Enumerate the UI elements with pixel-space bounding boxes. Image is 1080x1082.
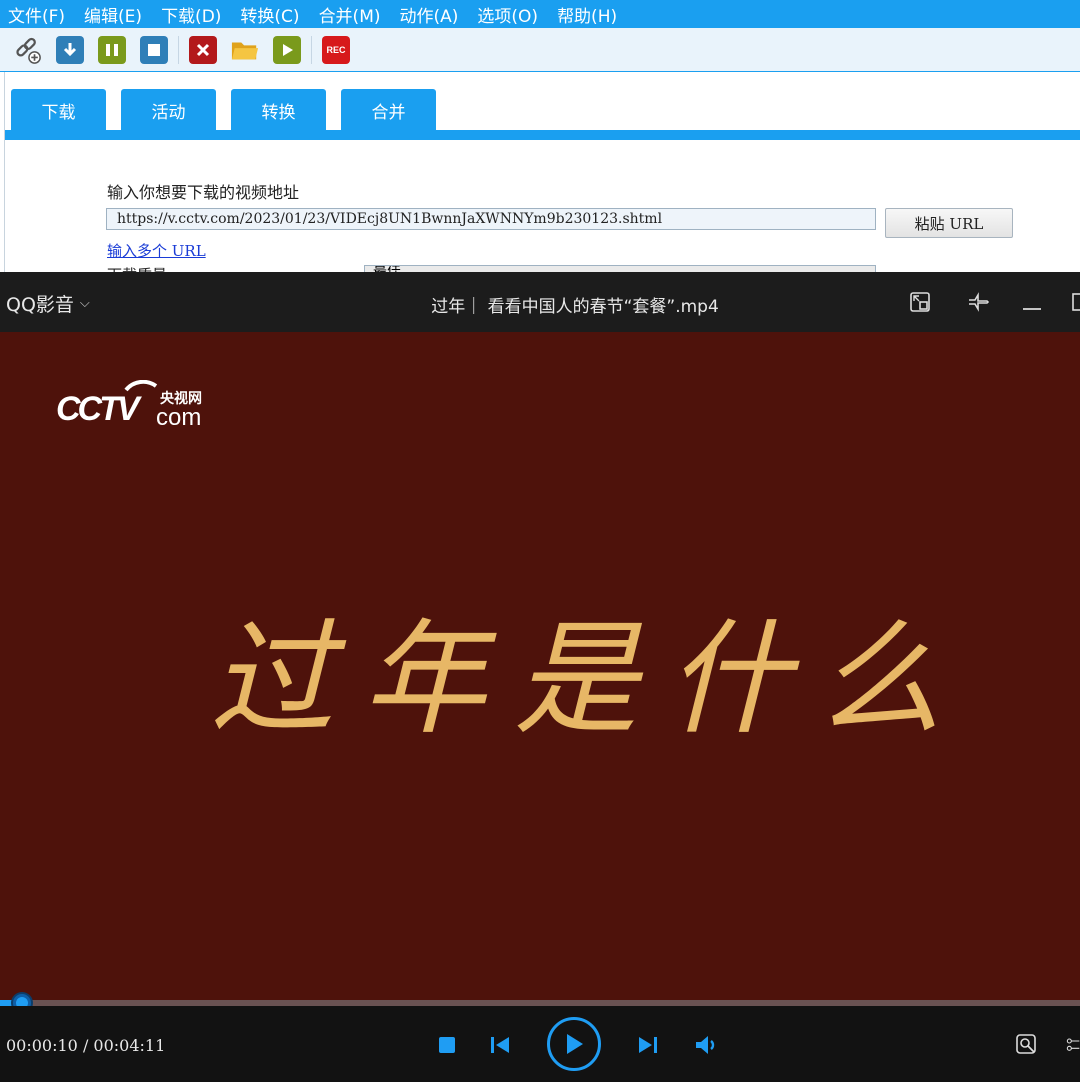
play-icon[interactable] — [273, 35, 301, 64]
maximize-icon[interactable] — [1068, 290, 1080, 314]
url-input[interactable]: https://v.cctv.com/2023/01/23/VIDEcj8UN1… — [106, 208, 876, 230]
record-label: REC — [326, 44, 346, 55]
menu-download[interactable]: 下载(D) — [159, 2, 223, 27]
video-player-window: QQ影音 ⌵ 过年｜ 看看中国人的春节“套餐”.mp4 CCTV 央视网 com… — [0, 272, 1080, 1082]
toolbar-separator — [178, 35, 179, 64]
volume-icon[interactable] — [693, 1033, 719, 1057]
download-panel: 下载 活动 转换 合并 输入你想要下载的视频地址 https://v.cctv.… — [4, 72, 1080, 284]
player-title-bar: QQ影音 ⌵ 过年｜ 看看中国人的春节“套餐”.mp4 — [0, 272, 1080, 332]
menu-bar: 文件(F) 编辑(E) 下载(D) 转换(C) 合并(M) 动作(A) 选项(O… — [0, 0, 1080, 28]
video-caption: 过年是什么 — [210, 608, 940, 752]
tab-download[interactable]: 下载 — [11, 89, 106, 131]
paste-url-button[interactable]: 粘贴 URL — [885, 208, 1013, 238]
menu-action[interactable]: 动作(A) — [398, 2, 461, 27]
video-caption-text: 过年是什么 — [210, 608, 940, 752]
delete-icon[interactable] — [189, 35, 217, 64]
time-display: 00:00:10 / 00:04:11 — [6, 1036, 166, 1055]
tab-convert[interactable]: 转换 — [231, 89, 326, 131]
url-prompt-label: 输入你想要下载的视频地址 — [107, 183, 300, 202]
player-controls: 00:00:10 / 00:04:11 — [0, 1006, 1080, 1082]
stop-icon[interactable] — [140, 35, 168, 64]
menu-file[interactable]: 文件(F) — [6, 2, 67, 27]
tab-strip — [5, 130, 1080, 140]
tab-bar: 下载 活动 转换 合并 — [11, 89, 451, 131]
settings-icon[interactable] — [1064, 1032, 1080, 1058]
menu-merge[interactable]: 合并(M) — [317, 2, 383, 27]
screenshot-icon[interactable] — [1014, 1032, 1040, 1058]
toolbar-separator — [311, 35, 312, 64]
minimize-icon[interactable] — [1020, 290, 1044, 314]
download-icon[interactable] — [56, 35, 84, 64]
multi-url-link[interactable]: 输入多个 URL — [107, 240, 206, 261]
menu-convert[interactable]: 转换(C) — [238, 2, 301, 27]
add-link-icon[interactable] — [14, 36, 42, 64]
previous-icon[interactable] — [489, 1034, 511, 1056]
stop-icon[interactable] — [436, 1034, 458, 1056]
tab-merge[interactable]: 合并 — [341, 89, 436, 131]
next-icon[interactable] — [637, 1034, 659, 1056]
pause-icon[interactable] — [98, 35, 126, 64]
logo-com-text: com — [156, 404, 201, 430]
menu-help[interactable]: 帮助(H) — [555, 2, 619, 27]
cctv-logo: CCTV 央视网 com — [56, 380, 202, 430]
menu-edit[interactable]: 编辑(E) — [82, 2, 144, 27]
pin-icon[interactable] — [966, 290, 990, 314]
record-button[interactable]: REC — [322, 35, 350, 64]
toolbar: REC — [0, 28, 1080, 72]
mini-mode-icon[interactable] — [908, 290, 932, 314]
play-button[interactable] — [547, 1017, 601, 1071]
folder-icon[interactable] — [231, 36, 259, 64]
video-frame[interactable]: CCTV 央视网 com 过年是什么 — [0, 332, 1080, 1002]
menu-options[interactable]: 选项(O) — [475, 2, 540, 27]
tab-activity[interactable]: 活动 — [121, 89, 216, 131]
logo-main-text: CCTV — [56, 390, 143, 428]
play-icon — [567, 1034, 583, 1054]
